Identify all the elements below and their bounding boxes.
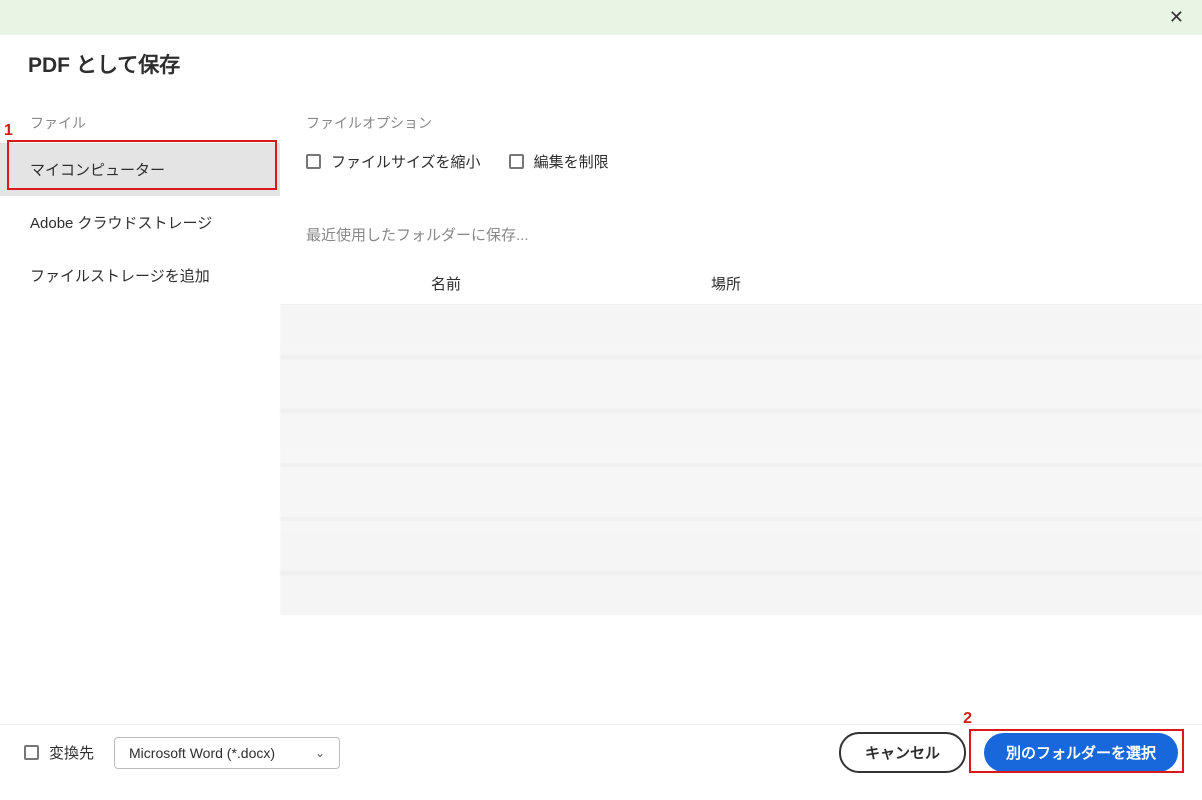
cancel-button[interactable]: キャンセル [839,732,966,773]
footer-bar: 変換先 Microsoft Word (*.docx) ⌄ キャンセル 別のフォ… [0,724,1202,780]
folder-list-blurred [280,305,1202,615]
file-options-row: ファイルサイズを縮小 編集を制限 [280,151,1202,202]
convert-to-group: 変換先 Microsoft Word (*.docx) ⌄ [24,737,340,769]
chevron-down-icon: ⌄ [315,746,325,760]
checkbox-icon [306,154,321,169]
checkbox-icon [24,745,39,760]
folder-table-header: 名前 場所 [280,263,1202,305]
convert-to-checkbox-group[interactable]: 変換先 [24,742,94,763]
close-icon[interactable]: ✕ [1169,8,1184,26]
restrict-edit-checkbox-group[interactable]: 編集を制限 [509,151,609,172]
convert-format-select[interactable]: Microsoft Word (*.docx) ⌄ [114,737,340,769]
checkbox-icon [509,154,524,169]
recent-folders-label: 最近使用したフォルダーに保存... [280,202,1202,263]
sidebar-item-my-computer[interactable]: マイコンピューター [0,143,280,196]
column-name: 名前 [306,273,586,294]
restrict-edit-label: 編集を制限 [534,151,609,172]
convert-format-value: Microsoft Word (*.docx) [129,745,275,761]
file-options-label: ファイルオプション [280,113,1202,151]
reduce-size-checkbox-group[interactable]: ファイルサイズを縮小 [306,151,481,172]
reduce-size-label: ファイルサイズを縮小 [331,151,481,172]
sidebar-header: ファイル [0,113,280,143]
column-location: 場所 [586,273,866,294]
sidebar-item-adobe-cloud[interactable]: Adobe クラウドストレージ [0,196,280,249]
recent-folders-section: 最近使用したフォルダーに保存... 名前 場所 [280,202,1202,615]
content-panel: ファイルオプション ファイルサイズを縮小 編集を制限 最近使用したフォルダーに保… [280,97,1202,697]
dialog-title: PDF として保存 [0,35,1202,79]
main-area: ファイル マイコンピューター Adobe クラウドストレージ ファイルストレージ… [0,97,1202,697]
top-banner: ✕ [0,0,1202,35]
sidebar: ファイル マイコンピューター Adobe クラウドストレージ ファイルストレージ… [0,97,280,697]
choose-folder-button[interactable]: 別のフォルダーを選択 [984,733,1178,772]
sidebar-item-add-storage[interactable]: ファイルストレージを追加 [0,249,280,302]
convert-to-label: 変換先 [49,742,94,763]
